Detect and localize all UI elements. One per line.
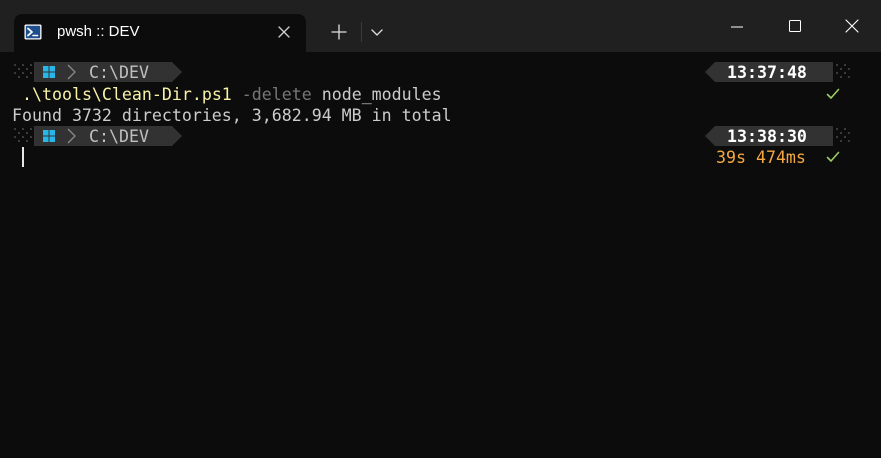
tab-title: pwsh :: DEV (57, 23, 140, 40)
terminal-buffer[interactable]: C:\DEV 13:37:48 .\tools\Clean-Dir.ps1 -d… (0, 52, 881, 458)
tab-dropdown-button[interactable] (364, 14, 390, 48)
prompt-time: 13:38:30 (727, 127, 807, 146)
close-window-button[interactable] (824, 0, 881, 52)
new-tab-button[interactable] (320, 14, 358, 48)
powershell-icon (24, 24, 42, 40)
tab-pwsh-dev[interactable]: pwsh :: DEV (14, 14, 306, 52)
command-parameter: -delete (241, 85, 312, 104)
command-output: Found 3732 directories, 3,682.94 MB in t… (12, 106, 452, 125)
check-icon (826, 88, 840, 99)
minimize-icon (731, 26, 743, 28)
command-executable: .\tools\Clean-Dir.ps1 (22, 85, 232, 104)
prompt-path: C:\DEV (89, 63, 149, 82)
tab-separator (361, 22, 362, 42)
prompt-time: 13:37:48 (727, 63, 807, 82)
close-tab-icon[interactable] (276, 24, 292, 40)
check-icon (826, 151, 840, 162)
maximize-icon (789, 20, 801, 32)
text-cursor (22, 147, 24, 167)
close-icon (845, 19, 859, 33)
maximize-button[interactable] (766, 0, 824, 52)
title-bar[interactable]: pwsh :: DEV (0, 0, 881, 52)
prompt-path: C:\DEV (89, 127, 149, 146)
command-line[interactable]: .\tools\Clean-Dir.ps1 -delete node_modul… (22, 84, 442, 105)
plus-icon (331, 24, 347, 40)
minimize-button[interactable] (708, 0, 766, 52)
execution-duration: 39s 474ms (716, 148, 806, 167)
chevron-down-icon (371, 29, 383, 36)
terminal-window: pwsh :: DEV C:\DEV 13:37:48 .\tools\Clea… (0, 0, 881, 458)
command-argument: node_modules (321, 85, 442, 104)
